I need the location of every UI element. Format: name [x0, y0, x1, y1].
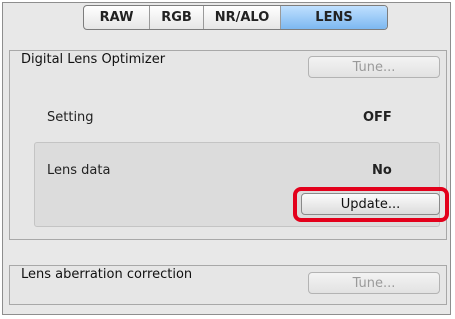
lac-tune-button[interactable]: Tune... [308, 272, 440, 294]
tab-nr-alo[interactable]: NR/ALO [204, 6, 281, 29]
dlo-tune-button[interactable]: Tune... [308, 56, 440, 78]
digital-lens-optimizer-title: Digital Lens Optimizer [21, 52, 166, 67]
tab-strip: RAW RGB NR/ALO LENS [83, 5, 388, 30]
lens-aberration-correction-title: Lens aberration correction [21, 267, 193, 282]
tab-lens[interactable]: LENS [281, 6, 387, 29]
lens-data-value: No [372, 163, 392, 178]
tab-rgb[interactable]: RGB [150, 6, 204, 29]
lens-data-label: Lens data [47, 163, 111, 178]
setting-label: Setting [47, 110, 94, 125]
update-button[interactable]: Update... [301, 193, 440, 215]
tab-raw[interactable]: RAW [84, 6, 150, 29]
setting-value: OFF [363, 110, 392, 125]
